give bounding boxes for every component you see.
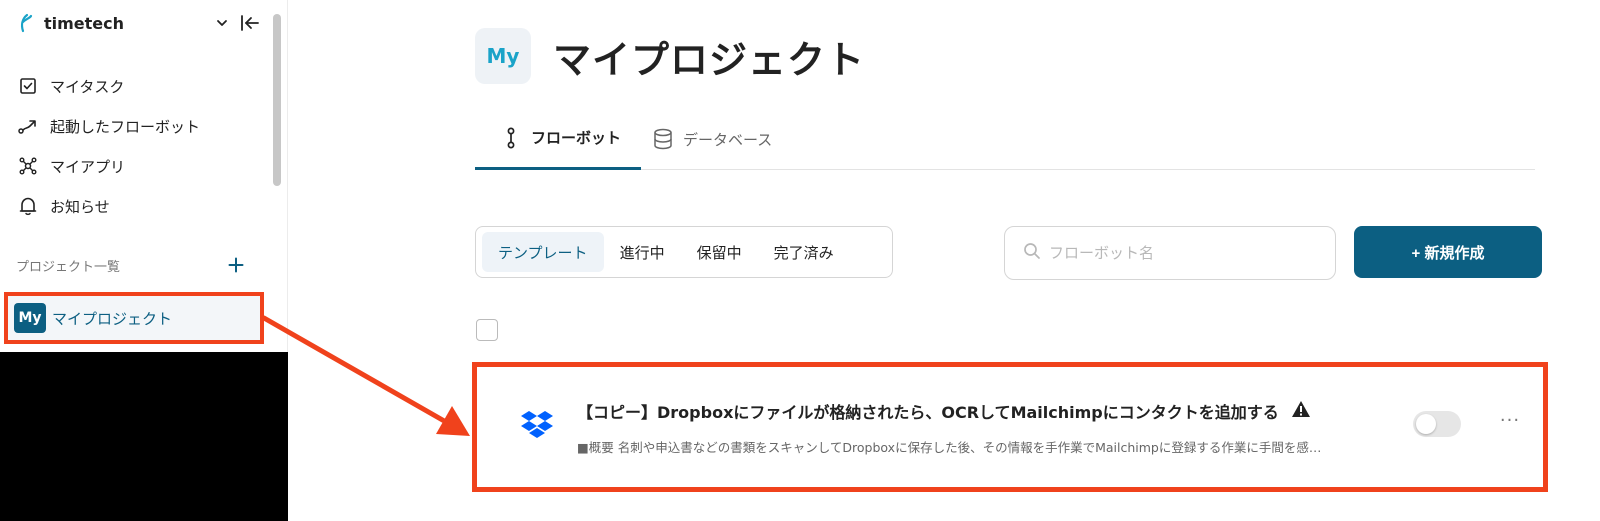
tab-flowbot[interactable]: フローボット: [475, 108, 641, 170]
sidebar-project-my-project[interactable]: My マイプロジェクト: [4, 292, 264, 344]
sidebar-item-launched-flowbots[interactable]: 起動したフローボット: [0, 106, 270, 146]
add-project-icon[interactable]: [226, 255, 246, 275]
sidebar-scrollbar-thumb[interactable]: [273, 14, 281, 186]
main-content: My マイプロジェクト フローボット データベース テンプレート 進行中 保留中…: [288, 0, 1600, 521]
sidebar-nav: マイタスク 起動したフローボット マイアプリ お知らせ: [0, 66, 270, 226]
page-header: My マイプロジェクト: [475, 28, 865, 84]
flow-title-text: 【コピー】Dropboxにファイルが格納されたら、OCRしてMailchimpに…: [577, 403, 1279, 422]
search-icon: [1023, 242, 1041, 264]
project-avatar: My: [14, 303, 46, 333]
new-flowbot-button[interactable]: + 新規作成: [1354, 226, 1542, 278]
sidebar-item-label: 起動したフローボット: [50, 117, 201, 136]
checkbox-icon: [18, 76, 38, 96]
bell-icon: [18, 196, 38, 216]
tab-database[interactable]: データベース: [653, 108, 772, 170]
flow-enable-toggle[interactable]: [1413, 411, 1461, 437]
sidebar: timetech マイタスク 起動したフローボット マイアプリ お知らせ プロジ…: [0, 0, 288, 521]
status-filter-group: テンプレート 進行中 保留中 完了済み: [475, 226, 893, 278]
timetech-logo-icon: [18, 12, 36, 34]
collapse-sidebar-icon[interactable]: [240, 13, 260, 33]
sidebar-item-my-tasks[interactable]: マイタスク: [0, 66, 270, 106]
search-box[interactable]: [1004, 226, 1336, 280]
flow-description: ■概要 名刺や申込書などの書類をスキャンしてDropboxに保存した後、その情報…: [577, 440, 1322, 455]
warning-icon: [1291, 400, 1311, 422]
flow-arrow-icon: [18, 116, 38, 136]
brand-tools: [212, 10, 260, 36]
sidebar-content: timetech マイタスク 起動したフローボット マイアプリ お知らせ プロジ…: [0, 0, 288, 352]
dropbox-icon: [517, 405, 557, 445]
brand[interactable]: timetech: [18, 10, 124, 36]
tabs: フローボット データベース: [475, 108, 1535, 170]
sidebar-item-notifications[interactable]: お知らせ: [0, 186, 270, 226]
project-list-title: プロジェクト一覧: [16, 259, 121, 275]
filter-on-hold[interactable]: 保留中: [681, 232, 758, 272]
project-avatar-large: My: [475, 28, 531, 84]
brand-name: timetech: [44, 13, 125, 33]
page-title: マイプロジェクト: [553, 37, 866, 82]
filter-template[interactable]: テンプレート: [482, 232, 604, 272]
database-icon: [653, 128, 673, 150]
tab-label: フローボット: [531, 129, 622, 147]
toggle-knob: [1416, 414, 1436, 434]
flow-title[interactable]: 【コピー】Dropboxにファイルが格納されたら、OCRしてMailchimpに…: [577, 399, 1311, 423]
filter-completed[interactable]: 完了済み: [758, 232, 850, 272]
sidebar-item-label: お知らせ: [50, 197, 110, 216]
tab-label: データベース: [683, 130, 773, 149]
project-label: マイプロジェクト: [52, 309, 173, 328]
more-options-icon[interactable]: ···: [1495, 405, 1525, 435]
flow-card[interactable]: 【コピー】Dropboxにファイルが格納されたら、OCRしてMailchimpに…: [472, 362, 1548, 492]
filter-in-progress[interactable]: 進行中: [604, 232, 681, 272]
flowbot-icon: [501, 127, 521, 149]
select-all-checkbox[interactable]: [476, 319, 498, 341]
apps-network-icon: [18, 156, 38, 176]
redacted-area: [0, 352, 288, 521]
chevron-down-icon[interactable]: [212, 13, 232, 33]
sidebar-item-label: マイアプリ: [50, 157, 126, 176]
project-list-header: プロジェクト一覧: [16, 252, 246, 278]
sidebar-item-my-apps[interactable]: マイアプリ: [0, 146, 270, 186]
search-input[interactable]: [1049, 244, 1319, 262]
sidebar-item-label: マイタスク: [50, 77, 125, 96]
